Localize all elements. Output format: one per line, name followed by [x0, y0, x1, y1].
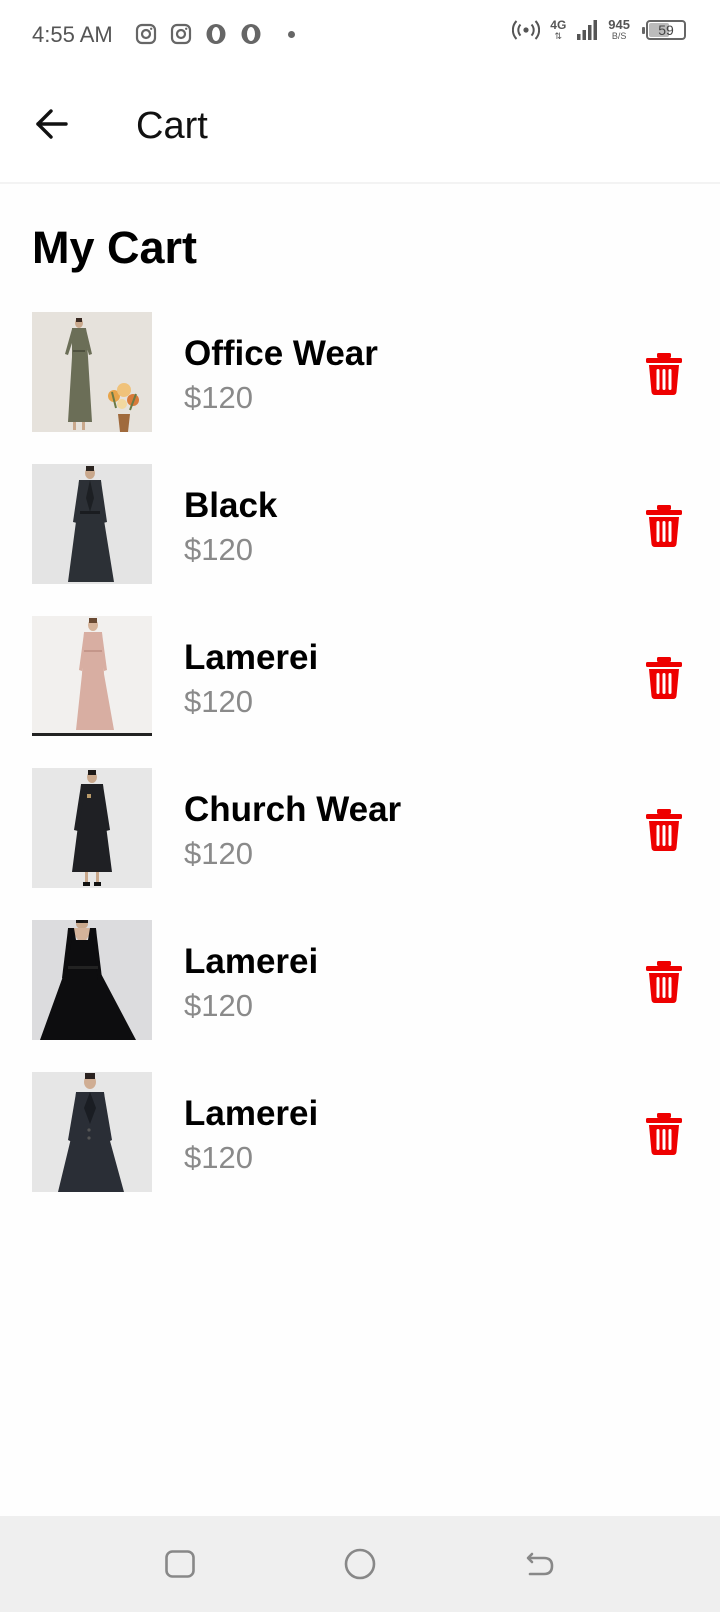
product-name: Black — [184, 486, 278, 525]
cart-item[interactable]: Office Wear $120 — [0, 312, 720, 464]
battery-level: 59 — [658, 21, 674, 38]
product-price: $120 — [184, 684, 253, 719]
system-nav-bar — [0, 1516, 720, 1612]
network-speed: 945 B/S — [608, 17, 630, 41]
instagram-icon — [135, 23, 157, 45]
trash-icon — [646, 505, 682, 547]
delete-button[interactable] — [640, 652, 688, 704]
product-name: Lamerei — [184, 942, 319, 981]
delete-button[interactable] — [640, 500, 688, 552]
delete-button[interactable] — [640, 348, 688, 400]
notification-dot-icon — [288, 30, 295, 38]
status-time: 4:55 AM — [32, 22, 113, 47]
delete-button[interactable] — [640, 804, 688, 856]
status-bar: 4:55 AM 4G ⇅ 945 B/S 59 — [0, 0, 720, 72]
olive-dress-photo — [32, 312, 152, 432]
arrow-left-icon — [36, 109, 68, 139]
cart-item[interactable]: Church Wear $120 — [0, 768, 720, 920]
recent-apps-icon — [165, 1550, 195, 1578]
product-price: $120 — [184, 836, 253, 871]
product-name: Lamerei — [184, 1094, 319, 1133]
network-type: 4G ⇅ — [550, 17, 567, 41]
notification-icons — [134, 22, 295, 46]
cart-list: Office Wear $120 Black $120 Lamerei $120… — [0, 312, 720, 1224]
black-dress-photo — [32, 768, 152, 888]
product-thumbnail[interactable] — [32, 768, 152, 888]
signal-icon — [577, 19, 598, 40]
cart-item[interactable]: Lamerei $120 — [0, 616, 720, 768]
back-button[interactable] — [26, 98, 78, 150]
back-nav-button[interactable] — [520, 1544, 560, 1584]
product-thumbnail[interactable] — [32, 1072, 152, 1192]
product-name: Church Wear — [184, 790, 402, 829]
product-price: $120 — [184, 532, 253, 567]
trash-icon — [646, 353, 682, 395]
trash-icon — [646, 657, 682, 699]
battery-icon: 59 — [642, 19, 686, 40]
page-title: My Cart — [32, 222, 198, 273]
cart-item[interactable]: Lamerei $120 — [0, 920, 720, 1072]
trash-icon — [646, 961, 682, 1003]
product-thumbnail[interactable] — [32, 464, 152, 584]
opera-icon — [206, 24, 226, 44]
recent-apps-button[interactable] — [160, 1544, 200, 1584]
home-button[interactable] — [340, 1544, 380, 1584]
pink-dress-photo — [32, 616, 152, 736]
product-name: Lamerei — [184, 638, 319, 677]
product-thumbnail[interactable] — [32, 312, 152, 432]
trash-icon — [646, 809, 682, 851]
delete-button[interactable] — [640, 956, 688, 1008]
trash-icon — [646, 1113, 682, 1155]
product-name: Office Wear — [184, 334, 378, 373]
product-price: $120 — [184, 988, 253, 1023]
cart-item[interactable]: Lamerei $120 — [0, 1072, 720, 1224]
cart-item[interactable]: Black $120 — [0, 464, 720, 616]
instagram-icon — [170, 23, 192, 45]
system-status-icons: 4G ⇅ 945 B/S 59 — [512, 18, 686, 41]
app-bar-title: Cart — [136, 105, 208, 147]
black-coat-dress-photo — [32, 464, 152, 584]
hotspot-icon — [512, 19, 541, 40]
dark-blazer-dress-photo — [32, 1072, 152, 1192]
app-bar: Cart — [0, 72, 720, 184]
product-price: $120 — [184, 1140, 253, 1175]
black-square-neck-dress-photo — [32, 920, 152, 1040]
opera-icon — [241, 24, 261, 44]
product-price: $120 — [184, 380, 253, 415]
back-nav-icon — [526, 1552, 554, 1576]
product-thumbnail[interactable] — [32, 616, 152, 736]
product-thumbnail[interactable] — [32, 920, 152, 1040]
delete-button[interactable] — [640, 1108, 688, 1160]
home-icon — [344, 1548, 376, 1580]
